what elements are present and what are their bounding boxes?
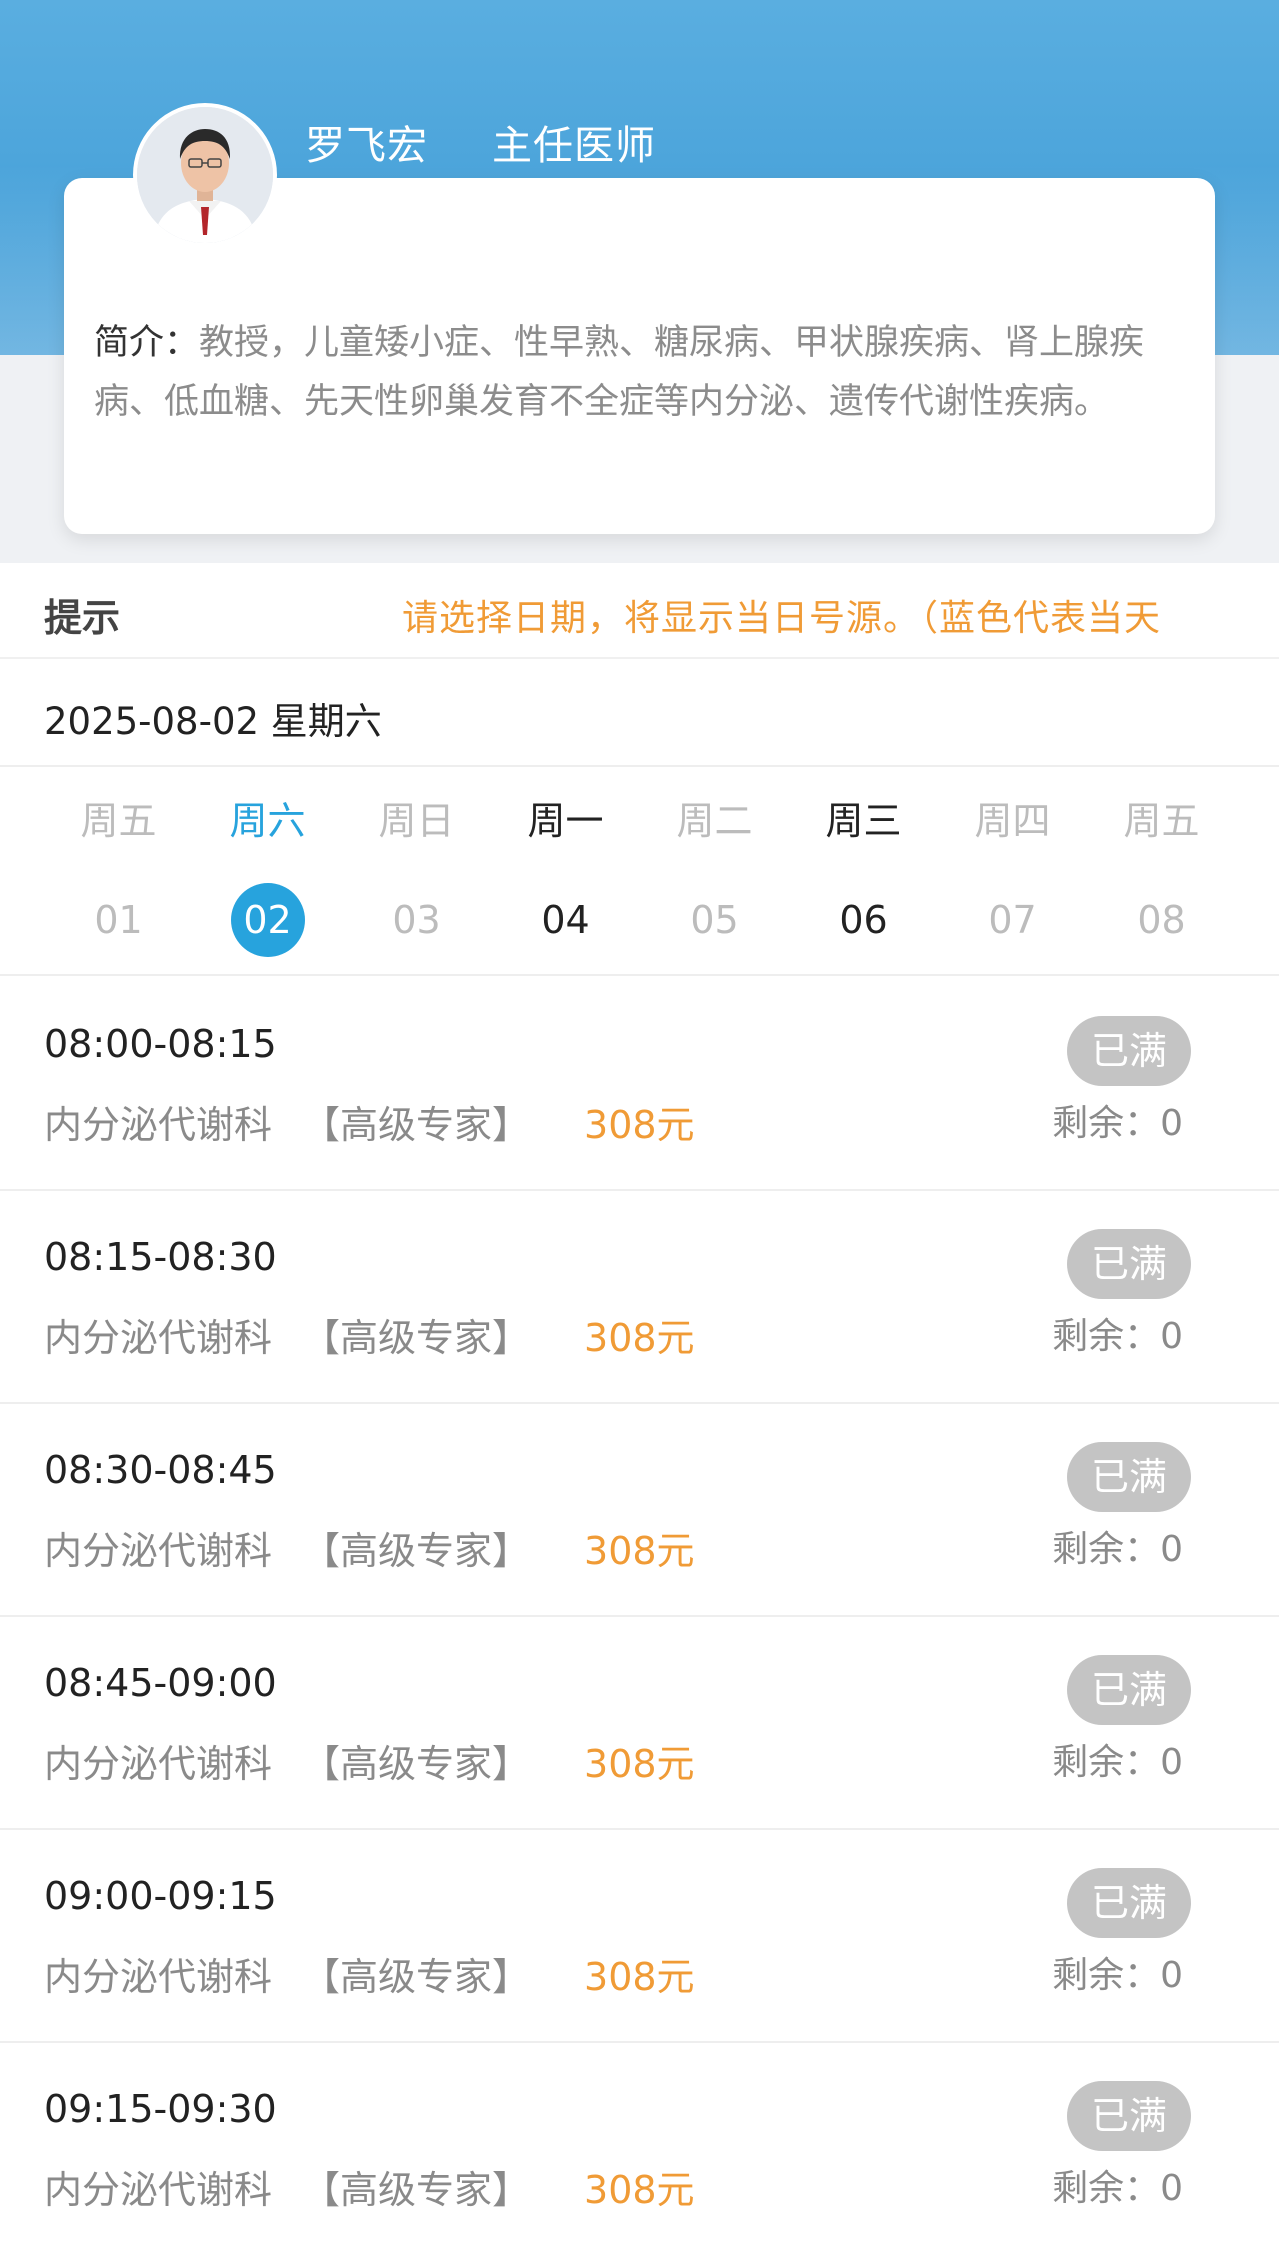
slot-price: 308元	[584, 1742, 695, 1786]
time-slot-row[interactable]: 09:00-09:15 内分泌代谢科【高级专家】 308元 已满 剩余：0	[0, 1830, 1279, 2043]
slot-meta: 内分泌代谢科【高级专家】 308元	[44, 1733, 695, 1788]
slot-department: 内分泌代谢科	[44, 1529, 272, 1573]
date-item[interactable]: 周五 01	[44, 791, 193, 961]
doctor-portrait-icon	[137, 107, 273, 243]
slot-full-badge[interactable]: 已满	[1067, 1655, 1191, 1725]
date-item-partial[interactable]: 周	[1236, 791, 1279, 961]
time-slot-row[interactable]: 09:15-09:30 内分泌代谢科【高级专家】 308元 已满 剩余：0	[0, 2043, 1279, 2256]
week-date-picker[interactable]: 周五 01 周六 02 周日 03 周一 04 周二 05 周三 06 周四 0…	[0, 769, 1279, 976]
date-day: 02	[231, 883, 305, 957]
doctor-avatar	[133, 103, 277, 247]
slot-level: 【高级专家】	[302, 1955, 530, 1999]
slot-price: 308元	[584, 1103, 695, 1147]
tip-title: 提示	[44, 587, 120, 642]
date-weekday: 周六	[193, 791, 342, 851]
doctor-header: 罗飞宏 主任医师	[305, 112, 656, 172]
slot-remaining: 剩余：0	[1052, 1094, 1183, 1146]
slot-price: 308元	[584, 1316, 695, 1360]
intro-text: 教授，儿童矮小症、性早熟、糖尿病、甲状腺疾病、肾上腺疾病、低血糖、先天性卵巢发育…	[94, 323, 1144, 422]
slot-department: 内分泌代谢科	[44, 1103, 272, 1147]
date-weekday: 周日	[342, 791, 491, 851]
slot-level: 【高级专家】	[302, 1103, 530, 1147]
date-weekday: 周四	[938, 791, 1087, 851]
slot-price: 308元	[584, 2168, 695, 2212]
slot-department: 内分泌代谢科	[44, 1742, 272, 1786]
slot-remaining: 剩余：0	[1052, 2159, 1183, 2211]
selected-date: 2025-08-02 星期六	[44, 691, 382, 745]
slot-time: 08:00-08:15	[44, 1022, 277, 1066]
date-day: 03	[380, 883, 454, 957]
date-day: 07	[976, 883, 1050, 957]
slot-level: 【高级专家】	[302, 1529, 530, 1573]
slot-department: 内分泌代谢科	[44, 1316, 272, 1360]
slot-full-badge[interactable]: 已满	[1067, 1016, 1191, 1086]
date-item[interactable]: 周二 05	[640, 791, 789, 961]
slot-remaining: 剩余：0	[1052, 1733, 1183, 1785]
date-item[interactable]: 周三 06	[789, 791, 938, 961]
date-item[interactable]: 周四 07	[938, 791, 1087, 961]
slot-time: 09:15-09:30	[44, 2087, 277, 2131]
tip-text: 请选择日期，将显示当日号源。（蓝色代表当天	[402, 589, 1161, 641]
slot-remaining: 剩余：0	[1052, 1946, 1183, 1998]
slot-remaining: 剩余：0	[1052, 1520, 1183, 1572]
slot-full-badge[interactable]: 已满	[1067, 1868, 1191, 1938]
slot-department: 内分泌代谢科	[44, 1955, 272, 1999]
date-weekday: 周二	[640, 791, 789, 851]
doctor-name: 罗飞宏	[305, 113, 428, 171]
date-day: 05	[678, 883, 752, 957]
tip-bar: 提示 请选择日期，将显示当日号源。（蓝色代表当天	[0, 563, 1279, 659]
time-slot-row[interactable]: 08:15-08:30 内分泌代谢科【高级专家】 308元 已满 剩余：0	[0, 1191, 1279, 1404]
date-day: 08	[1125, 883, 1199, 957]
slot-full-badge[interactable]: 已满	[1067, 1229, 1191, 1299]
slot-full-badge[interactable]: 已满	[1067, 2081, 1191, 2151]
slot-department: 内分泌代谢科	[44, 2168, 272, 2212]
slot-meta: 内分泌代谢科【高级专家】 308元	[44, 1946, 695, 2001]
date-day: 06	[827, 883, 901, 957]
slot-full-badge[interactable]: 已满	[1067, 1442, 1191, 1512]
date-weekday: 周五	[1087, 791, 1236, 851]
date-item[interactable]: 周一 04	[491, 791, 640, 961]
slot-meta: 内分泌代谢科【高级专家】 308元	[44, 1520, 695, 1575]
slot-price: 308元	[584, 1529, 695, 1573]
date-day: 01	[82, 883, 156, 957]
date-weekday: 周三	[789, 791, 938, 851]
slot-level: 【高级专家】	[302, 1316, 530, 1360]
slot-time: 09:00-09:15	[44, 1874, 277, 1918]
date-item[interactable]: 周五 08	[1087, 791, 1236, 961]
slot-meta: 内分泌代谢科【高级专家】 308元	[44, 1094, 695, 1149]
selected-date-row: 2025-08-02 星期六	[0, 661, 1279, 767]
intro-label: 简介：	[94, 323, 199, 363]
date-item-selected[interactable]: 周六 02	[193, 791, 342, 961]
date-weekday: 周一	[491, 791, 640, 851]
slot-time: 08:45-09:00	[44, 1661, 277, 1705]
slot-remaining: 剩余：0	[1052, 1307, 1183, 1359]
slot-meta: 内分泌代谢科【高级专家】 308元	[44, 1307, 695, 1362]
time-slot-row[interactable]: 08:45-09:00 内分泌代谢科【高级专家】 308元 已满 剩余：0	[0, 1617, 1279, 1830]
doctor-intro: 简介：教授，儿童矮小症、性早熟、糖尿病、甲状腺疾病、肾上腺疾病、低血糖、先天性卵…	[94, 314, 1189, 432]
slot-level: 【高级专家】	[302, 2168, 530, 2212]
date-item[interactable]: 周日 03	[342, 791, 491, 961]
slot-level: 【高级专家】	[302, 1742, 530, 1786]
slot-time: 08:15-08:30	[44, 1235, 277, 1279]
date-day: 04	[529, 883, 603, 957]
doctor-title: 主任医师	[492, 113, 656, 171]
slot-time: 08:30-08:45	[44, 1448, 277, 1492]
date-weekday: 周	[1236, 791, 1279, 851]
date-day	[1274, 883, 1279, 957]
time-slot-row[interactable]: 08:00-08:15 内分泌代谢科【高级专家】 308元 已满 剩余：0	[0, 978, 1279, 1191]
date-weekday: 周五	[44, 791, 193, 851]
slot-meta: 内分泌代谢科【高级专家】 308元	[44, 2159, 695, 2214]
time-slot-row[interactable]: 08:30-08:45 内分泌代谢科【高级专家】 308元 已满 剩余：0	[0, 1404, 1279, 1617]
slot-price: 308元	[584, 1955, 695, 1999]
